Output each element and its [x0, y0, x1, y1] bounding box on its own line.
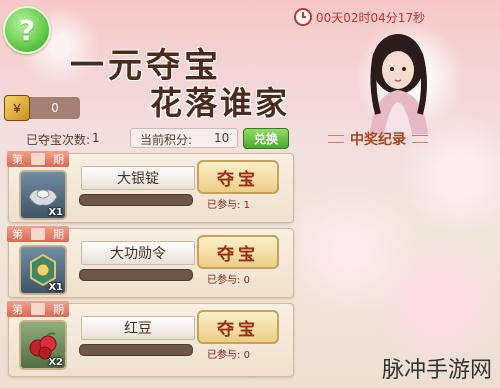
score-label: 当前积分:	[140, 133, 193, 147]
item-quantity: X1	[48, 282, 63, 293]
prize-name: 大功勋令	[81, 241, 195, 265]
item-quantity: X2	[48, 357, 63, 368]
prize-item-slot[interactable]: X1	[19, 245, 67, 295]
silver-ingot-icon	[28, 189, 58, 206]
prize-name: 红豆	[81, 316, 195, 340]
round-number	[31, 303, 45, 315]
joined-count: 已参与: 0	[207, 271, 250, 286]
exchange-button[interactable]: 兑换	[243, 128, 289, 149]
joined-label: 已参与:	[207, 350, 241, 361]
win-records-button[interactable]: 中奖纪录	[322, 125, 434, 153]
help-button[interactable]: ?	[3, 6, 51, 54]
grab-treasure-button[interactable]: 夺宝	[197, 235, 279, 269]
prize-progress-bar	[79, 269, 193, 281]
help-icon: ?	[18, 13, 36, 47]
round-suffix: 期	[53, 303, 64, 316]
grab-treasure-button[interactable]: 夺宝	[197, 160, 279, 194]
round-suffix: 期	[53, 153, 64, 166]
round-prefix: 第	[12, 303, 23, 316]
round-number	[31, 228, 45, 240]
round-number	[31, 153, 45, 165]
round-prefix: 第	[12, 153, 23, 166]
round-prefix: 第	[12, 228, 23, 241]
timer-text: 00天02时04分17秒	[316, 10, 426, 25]
won-count-label: 已夺宝次数:	[26, 133, 91, 147]
joined-value: 0	[243, 275, 250, 286]
prize-card: 第 期 X1 大功勋令 夺宝 已参与: 0	[7, 226, 294, 298]
round-suffix: 期	[53, 228, 64, 241]
joined-value: 1	[243, 200, 250, 211]
prize-progress-bar	[79, 344, 193, 356]
joined-count: 已参与: 0	[207, 346, 250, 361]
round-tag: 第 期	[7, 301, 69, 317]
currency-box: ￥ 0	[4, 95, 80, 121]
won-count-value: 1	[92, 131, 100, 145]
clock-icon	[294, 8, 312, 26]
ornament-right	[412, 135, 428, 143]
round-tag: 第 期	[7, 151, 69, 167]
prize-item-slot[interactable]: X1	[19, 170, 67, 220]
round-tag: 第 期	[7, 226, 69, 242]
coin-icon: ￥	[4, 95, 30, 121]
watermark: 脉冲手游网	[381, 358, 492, 383]
event-subtitle: 花落谁家	[150, 84, 291, 122]
character-portrait	[370, 34, 428, 134]
currency-value: 0	[51, 101, 59, 115]
prize-progress-bar	[79, 194, 193, 206]
prize-card: 第 期 X1 大银锭 夺宝 已参与: 1	[7, 151, 294, 223]
joined-label: 已参与:	[207, 275, 241, 286]
prize-card: 第 期 X2 红豆 夺宝 已参与: 0	[7, 301, 294, 377]
joined-value: 0	[243, 350, 250, 361]
ornament-left	[328, 135, 344, 143]
prize-item-slot[interactable]: X2	[19, 320, 67, 370]
score-value: 10	[214, 131, 230, 145]
red-bean-icon	[29, 332, 57, 360]
win-records-label: 中奖纪录	[350, 132, 406, 148]
joined-label: 已参与:	[207, 200, 241, 211]
prize-name: 大银锭	[81, 166, 195, 190]
joined-count: 已参与: 1	[207, 196, 250, 211]
item-quantity: X1	[48, 207, 63, 218]
grab-treasure-button[interactable]: 夺宝	[197, 310, 279, 344]
